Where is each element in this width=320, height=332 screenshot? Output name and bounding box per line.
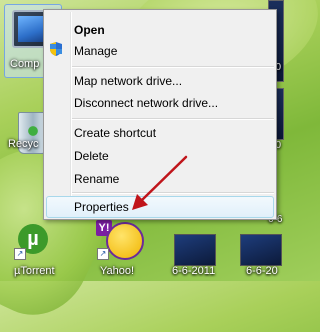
yahoo-messenger-icon[interactable] bbox=[106, 222, 144, 260]
menu-item-open[interactable]: Open bbox=[74, 23, 105, 37]
computer-icon-label[interactable]: Comp bbox=[10, 58, 39, 70]
menu-separator bbox=[72, 192, 274, 194]
image-file-label[interactable]: 6-6-2011 bbox=[172, 265, 215, 277]
context-menu: Open Manage Map network drive... Disconn… bbox=[43, 9, 277, 220]
menu-item-disconnect-network-drive[interactable]: Disconnect network drive... bbox=[74, 96, 218, 110]
image-file-icon[interactable] bbox=[174, 234, 216, 266]
image-file-icon[interactable] bbox=[240, 234, 282, 266]
menu-separator bbox=[72, 66, 274, 68]
utorrent-label[interactable]: µTorrent bbox=[14, 265, 55, 277]
recycle-bin-label[interactable]: Recyc bbox=[8, 138, 39, 150]
shortcut-arrow-icon: ↗ bbox=[97, 248, 109, 260]
menu-item-delete[interactable]: Delete bbox=[74, 149, 109, 163]
menu-item-map-network-drive[interactable]: Map network drive... bbox=[74, 74, 182, 88]
menu-item-manage[interactable]: Manage bbox=[74, 44, 117, 58]
menu-separator bbox=[72, 118, 274, 120]
menu-item-properties[interactable]: Properties bbox=[74, 200, 129, 214]
menu-item-create-shortcut[interactable]: Create shortcut bbox=[74, 126, 156, 140]
image-file-label[interactable]: 6-6-20 bbox=[246, 265, 278, 277]
shortcut-arrow-icon: ↗ bbox=[14, 248, 26, 260]
uac-shield-icon bbox=[50, 42, 62, 56]
menu-item-rename[interactable]: Rename bbox=[74, 172, 119, 186]
yahoo-label[interactable]: Yahoo! bbox=[100, 265, 134, 277]
